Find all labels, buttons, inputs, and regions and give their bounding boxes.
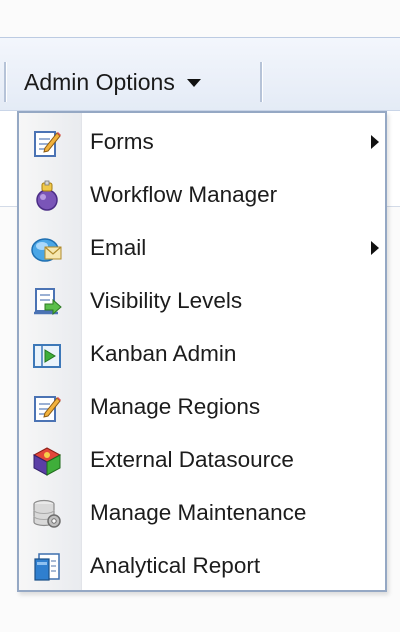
page: Admin Options Forms Workflow Manager Ema… [0,0,400,632]
visibility-icon [34,288,62,316]
report-icon [34,553,60,581]
menu-item-label: Manage Regions [90,394,261,419]
menu-item-label: Manage Maintenance [90,500,307,525]
form-edit-icon [34,131,61,157]
caret-down-icon [186,79,201,87]
menu-item-manage-maintenance[interactable]: Manage Maintenance [19,487,385,539]
toolbar-separator [4,62,7,102]
menu-item-kanban-admin[interactable]: Kanban Admin [19,328,385,380]
email-icon [31,238,62,262]
maintenance-icon [33,499,61,528]
admin-options-label: Admin Options [24,68,175,95]
submenu-arrow-icon [371,241,379,255]
menu-item-label: External Datasource [90,447,294,472]
menu-item-label: Visibility Levels [90,288,243,313]
admin-options-menu-button[interactable]: Admin Options [24,62,201,102]
menu-item-forms[interactable]: Forms [19,116,385,168]
menu-item-analytical-report[interactable]: Analytical Report [19,540,385,592]
menu-item-label: Analytical Report [90,553,261,578]
menu-item-email[interactable]: Email [19,222,385,274]
kanban-icon [33,344,61,368]
menu-item-label: Email [90,235,147,260]
submenu-arrow-icon [371,135,379,149]
menu-item-label: Kanban Admin [90,341,237,366]
workflow-icon [36,180,58,211]
menu-item-label: Forms [90,129,154,154]
menu-item-visibility-levels[interactable]: Visibility Levels [19,275,385,327]
toolbar-separator [260,62,263,102]
datasource-icon [32,447,62,476]
regions-edit-icon [34,396,61,422]
menu-item-label: Workflow Manager [90,182,278,207]
menu-item-external-datasource[interactable]: External Datasource [19,434,385,486]
menu-item-workflow-manager[interactable]: Workflow Manager [19,169,385,221]
menu-item-manage-regions[interactable]: Manage Regions [19,381,385,433]
admin-options-dropdown: Forms Workflow Manager Email Visibility … [17,111,387,592]
